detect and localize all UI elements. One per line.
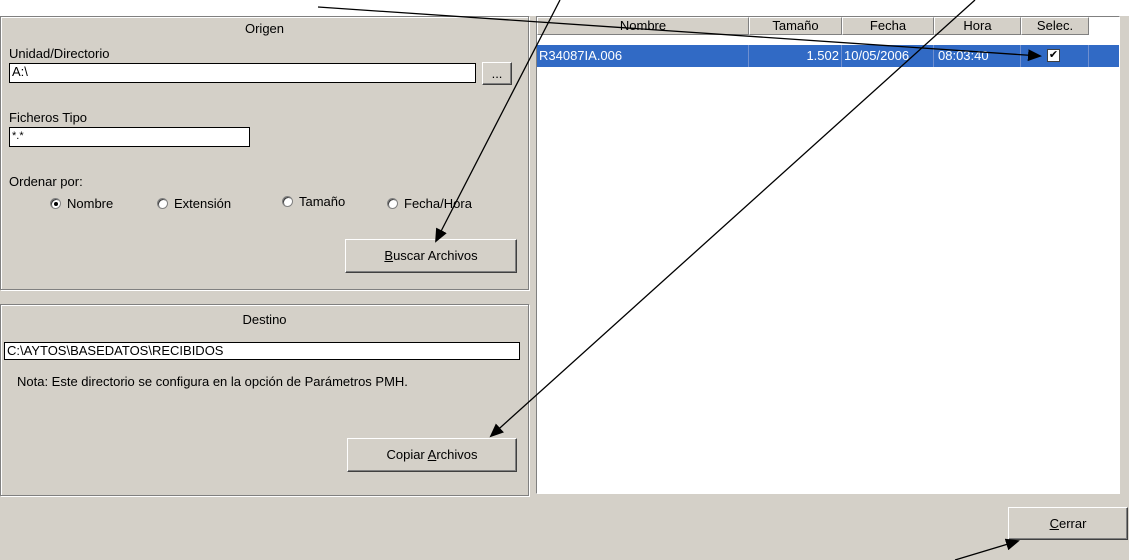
browse-button[interactable]: ...	[482, 62, 512, 85]
cell-nombre: R34087IA.006	[537, 45, 749, 67]
sort-radio-label: Tamaño	[299, 194, 346, 209]
column-header-nombre[interactable]: Nombre	[537, 17, 749, 35]
destino-nota-text: Nota: Este directorio se configura en la…	[17, 374, 408, 389]
radio-unchecked-icon	[282, 196, 293, 207]
sort-radio-tamano[interactable]: Tamaño	[282, 194, 345, 209]
cell-tamano: 1.502	[749, 45, 842, 67]
file-listview[interactable]: Nombre Tamaño Fecha Hora Selec. R34087IA…	[536, 16, 1120, 494]
radio-unchecked-icon	[387, 198, 398, 209]
unidad-directorio-input[interactable]: A:\	[9, 63, 476, 83]
column-header-selec[interactable]: Selec.	[1021, 17, 1089, 35]
ordenar-por-label: Ordenar por:	[9, 174, 83, 189]
table-row[interactable]: R34087IA.006 1.502 10/05/2006 08:03:40 ✔	[537, 45, 1119, 67]
origen-title: Origen	[244, 21, 285, 36]
cell-selec: ✔	[1021, 45, 1089, 67]
column-header-fecha[interactable]: Fecha	[842, 17, 934, 35]
selec-checkbox[interactable]: ✔	[1047, 49, 1060, 62]
ficheros-tipo-label: Ficheros Tipo	[9, 110, 88, 125]
radio-checked-icon	[50, 198, 61, 209]
cell-hora: 08:03:40	[934, 45, 1021, 67]
destino-title: Destino	[242, 312, 287, 327]
radio-unchecked-icon	[157, 198, 168, 209]
destino-path-input[interactable]: C:\AYTOS\BASEDATOS\RECIBIDOS	[4, 342, 520, 360]
checkmark-icon: ✔	[1048, 49, 1059, 61]
sort-radio-nombre[interactable]: Nombre	[50, 196, 113, 211]
sort-radio-extension[interactable]: Extensión	[157, 196, 231, 211]
mnemonic-b: B	[384, 248, 394, 263]
cerrar-label-rest: errar	[1058, 516, 1087, 531]
column-header-tamano[interactable]: Tamaño	[749, 17, 842, 35]
buscar-archivos-button[interactable]: Buscar Archivos	[345, 239, 517, 273]
ficheros-tipo-input[interactable]: *.*	[9, 127, 250, 147]
cell-fecha: 10/05/2006	[842, 45, 934, 67]
sort-radio-fecha-hora[interactable]: Fecha/Hora	[387, 196, 472, 211]
mnemonic-c: C	[1049, 516, 1059, 531]
sort-radio-label: Fecha/Hora	[404, 196, 472, 211]
unidad-directorio-label: Unidad/Directorio	[9, 46, 110, 61]
copiar-archivos-button[interactable]: Copiar Archivos	[347, 438, 517, 472]
copiar-label-prefix: Copiar	[386, 447, 428, 462]
sort-radio-label: Nombre	[67, 196, 114, 211]
buscar-label-rest: uscar Archivos	[393, 248, 478, 263]
copiar-label-rest: rchivos	[436, 447, 478, 462]
column-header-hora[interactable]: Hora	[934, 17, 1021, 35]
cerrar-button[interactable]: Cerrar	[1008, 507, 1128, 540]
sort-radio-label: Extensión	[174, 196, 232, 211]
